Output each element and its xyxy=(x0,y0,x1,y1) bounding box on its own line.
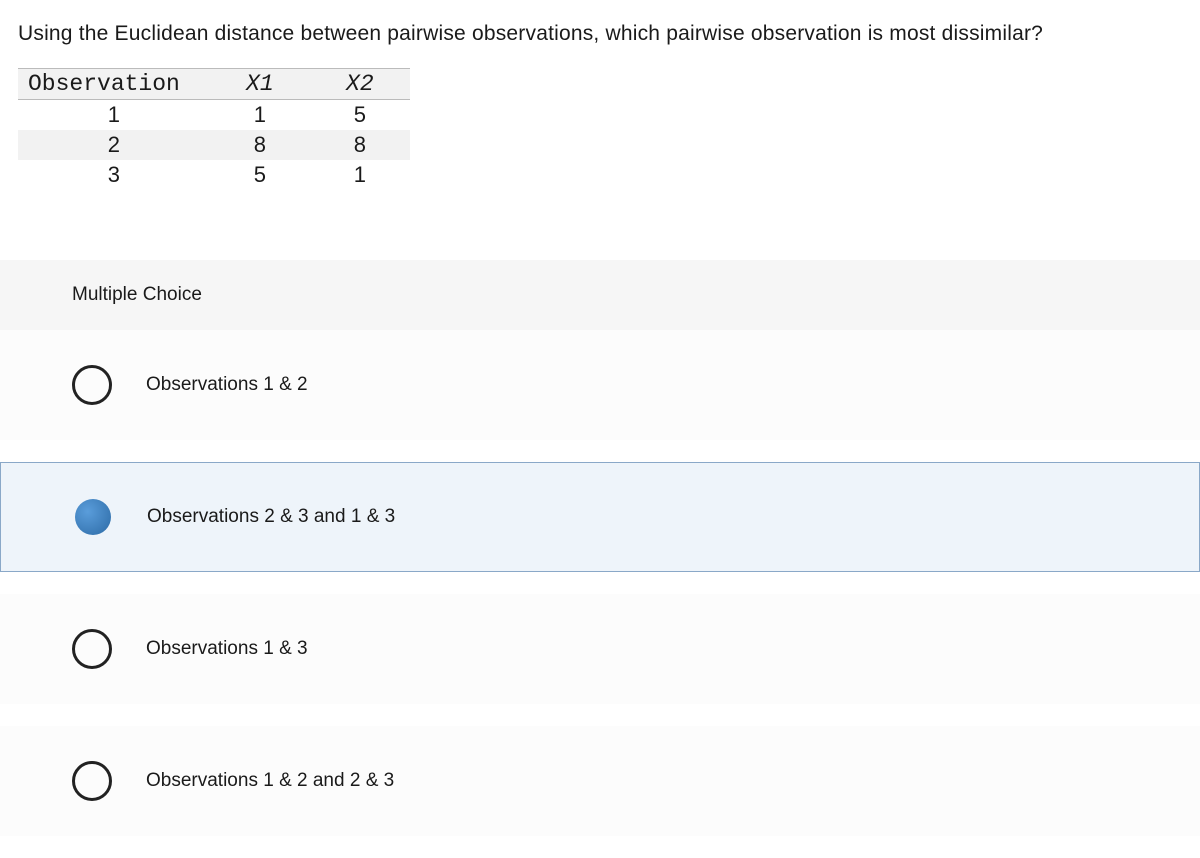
cell-x2: 5 xyxy=(310,100,410,131)
choice-option-3[interactable]: Observations 1 & 3 xyxy=(0,594,1200,704)
cell-obs: 2 xyxy=(18,130,210,160)
choice-option-2[interactable]: Observations 2 & 3 and 1 & 3 xyxy=(0,462,1200,572)
table-row: 2 8 8 xyxy=(18,130,410,160)
choice-label: Observations 2 & 3 and 1 & 3 xyxy=(147,506,395,528)
table-row: 1 1 5 xyxy=(18,100,410,131)
cell-x1: 5 xyxy=(210,160,310,190)
radio-icon xyxy=(72,365,112,405)
multiple-choice-header: Multiple Choice xyxy=(0,260,1200,330)
cell-x2: 8 xyxy=(310,130,410,160)
col-header-observation: Observation xyxy=(18,69,210,100)
cell-x1: 8 xyxy=(210,130,310,160)
col-header-x1: X1 xyxy=(210,69,310,100)
cell-x1: 1 xyxy=(210,100,310,131)
col-header-x2: X2 xyxy=(310,69,410,100)
choice-label: Observations 1 & 2 and 2 & 3 xyxy=(146,770,394,792)
choice-option-4[interactable]: Observations 1 & 2 and 2 & 3 xyxy=(0,726,1200,836)
choice-label: Observations 1 & 3 xyxy=(146,638,308,660)
choice-label: Observations 1 & 2 xyxy=(146,374,308,396)
choice-option-1[interactable]: Observations 1 & 2 xyxy=(0,330,1200,440)
choices-list: Observations 1 & 2 Observations 2 & 3 an… xyxy=(0,330,1200,836)
data-table: Observation X1 X2 1 1 5 2 8 8 3 5 1 xyxy=(18,68,410,190)
radio-icon xyxy=(72,761,112,801)
radio-icon xyxy=(72,629,112,669)
cell-obs: 3 xyxy=(18,160,210,190)
radio-icon xyxy=(73,497,113,537)
table-row: 3 5 1 xyxy=(18,160,410,190)
question-text: Using the Euclidean distance between pai… xyxy=(0,0,1200,62)
cell-obs: 1 xyxy=(18,100,210,131)
cell-x2: 1 xyxy=(310,160,410,190)
